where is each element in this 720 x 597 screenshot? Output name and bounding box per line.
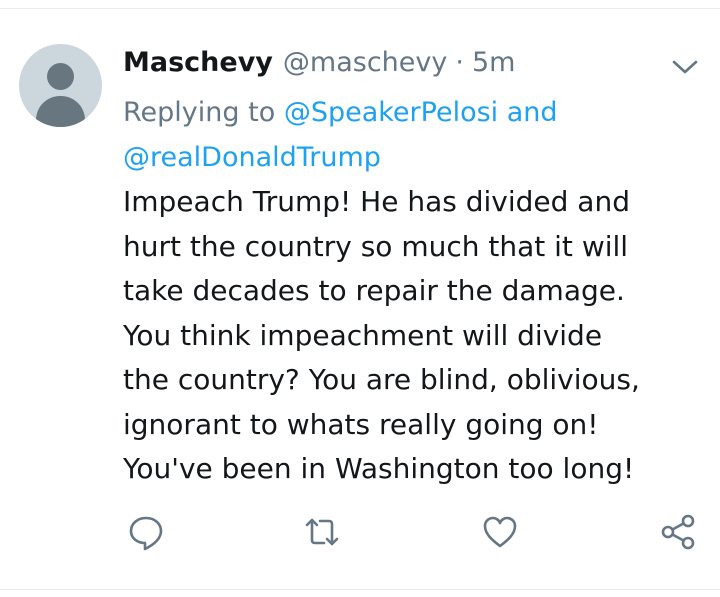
mention-conjunction: and: [506, 97, 558, 128]
tweet-text-line: take decades to repair the damage.: [123, 274, 625, 307]
like-button[interactable]: [480, 512, 520, 552]
action-bar: [0, 512, 720, 552]
mention-speakerpelosi[interactable]: @SpeakerPelosi: [284, 97, 498, 128]
avatar-head-shape: [47, 63, 74, 90]
retweet-icon: [305, 518, 339, 546]
tweet-card: Maschevy @maschevy · 5m Replying to @Spe…: [0, 0, 720, 597]
avatar[interactable]: [19, 44, 102, 127]
reply-icon: [129, 516, 163, 551]
top-divider: [0, 8, 720, 9]
separator-dot: ·: [455, 46, 464, 78]
tweet-text-line: Impeach Trump! He has divided and: [123, 185, 630, 218]
share-button[interactable]: [658, 512, 698, 552]
tweet-text: Impeach Trump! He has divided and hurt t…: [123, 180, 703, 492]
timestamp[interactable]: 5m: [472, 47, 515, 78]
chevron-down-icon[interactable]: [665, 52, 705, 82]
tweet-text-line: You think impeachment will divide: [123, 318, 603, 352]
mention-realdonaldtrump[interactable]: @realDonaldTrump: [123, 142, 381, 173]
tweet-text-line: You've been in Washington too long!: [123, 452, 635, 485]
replying-to-label: Replying to: [123, 97, 276, 128]
avatar-body-shape: [36, 96, 85, 127]
user-handle[interactable]: @maschevy: [283, 47, 447, 78]
reply-button[interactable]: [126, 512, 166, 552]
tweet-header: Maschevy @maschevy · 5m: [123, 42, 515, 82]
heart-icon: [483, 516, 517, 548]
share-icon: [661, 514, 695, 550]
display-name[interactable]: Maschevy: [123, 47, 273, 78]
retweet-button[interactable]: [302, 512, 342, 552]
bottom-divider: [0, 589, 720, 590]
replying-to: Replying to @SpeakerPelosi and @realDona…: [123, 90, 693, 180]
tweet-text-line: hurt the country so much that it will: [123, 229, 629, 263]
tweet-text-line: the country? You are blind, oblivious,: [123, 363, 640, 396]
tweet-text-line: ignorant to whats really going on!: [123, 407, 599, 441]
